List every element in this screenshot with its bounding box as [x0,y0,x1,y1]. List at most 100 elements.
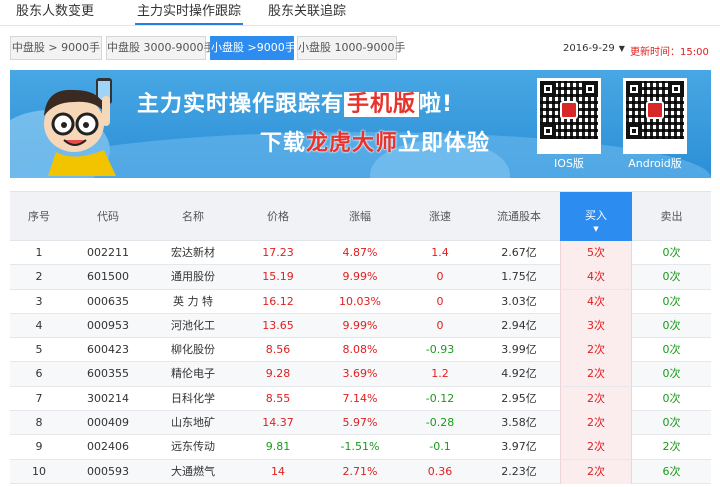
cell-code: 000635 [87,294,129,308]
cell-speed: 1.4 [431,246,449,259]
table-row[interactable]: 4 000953 河池化工 13.65 9.99% 0 2.94亿 3次 0次 [10,313,711,339]
qr-code-icon [540,81,598,139]
tab-shareholder-link[interactable]: 股东关联追踪 [266,3,348,25]
cell-change: 7.14% [342,391,378,405]
cell-buy: 2次 [560,411,632,436]
date-value: 2016-9-29 [563,43,615,54]
col-header-speed[interactable]: 涨速 [402,192,478,241]
cell-code: 000593 [87,464,129,478]
tab-shareholder-count[interactable]: 股东人数变更 [14,3,96,25]
table-row[interactable]: 9 002406 远东传动 9.81 -1.51% -0.1 3.97亿 2次 2次 [10,435,711,460]
cell-name[interactable]: 大通燃气 [148,460,238,484]
cell-float: 3.97亿 [501,440,537,454]
cell-name[interactable]: 日科化学 [148,387,238,411]
cell-code: 600423 [87,343,129,357]
cell-price: 13.65 [262,318,294,332]
cell-index: 8 [35,416,43,430]
col-header-buy-label: 买入 [585,209,607,222]
cell-name[interactable]: 柳化股份 [148,338,238,362]
cell-speed: 0 [436,318,444,332]
cell-index: 7 [35,391,43,405]
cell-buy: 3次 [560,313,632,338]
cell-sell: 0次 [662,318,681,332]
table-row[interactable]: 7 300214 日科化学 8.55 7.14% -0.12 2.95亿 2次 0次 [10,386,711,412]
cell-price: 9.28 [265,367,291,381]
banner-app-name: 龙虎大师 [306,131,399,156]
cell-price: 14 [271,464,285,478]
cell-sell: 0次 [662,391,681,405]
qr-android-label: Android版 [628,157,682,170]
banner-subline-suffix: 立即体验 [398,131,491,156]
cell-speed: -0.12 [425,391,455,405]
cell-price: 17.23 [262,246,294,259]
cell-index: 9 [35,440,43,454]
cell-buy: 2次 [560,362,632,387]
table-body: 1 002211 宏达新材 17.23 4.87% 1.4 2.67亿 5次 0次 2 601500… [10,241,711,484]
subtab-mid-medium[interactable]: 中盘股 3000-9000手 [106,36,214,60]
banner-headline-suffix: 啦! [419,92,454,117]
table-header: 序号 代码 名称 价格 涨幅 涨速 流通股本 买入 ▼ 卖出 [10,191,711,241]
cell-buy: 4次 [560,289,632,314]
subtab-small-large[interactable]: 小盘股 >9000手 [210,36,296,60]
cell-name[interactable]: 河池化工 [148,314,238,338]
cell-code: 002211 [87,246,129,259]
chevron-down-icon: ▼ [618,44,625,53]
cell-float: 3.03亿 [501,294,537,308]
cell-float: 2.95亿 [501,391,537,405]
cell-name[interactable]: 远东传动 [148,435,238,459]
app-promo-banner[interactable]: 主力实时操作跟踪有 手机版 啦! 下载龙虎大师立即体验 IOS版 Android版 [10,70,711,178]
date-selector[interactable]: 2016-9-29 ▼ [563,43,625,54]
app-logo-icon [646,101,664,119]
table-row[interactable]: 3 000635 英 力 特 16.12 10.03% 0 3.03亿 4次 0次 [10,289,711,314]
cell-name[interactable]: 山东地矿 [148,411,238,435]
col-header-price[interactable]: 价格 [238,192,318,241]
qr-code-ios: IOS版 [537,78,601,170]
col-header-code[interactable]: 代码 [68,192,148,241]
cell-name[interactable]: 英 力 特 [148,290,238,314]
col-header-sell[interactable]: 卖出 [632,192,711,241]
cell-change: 3.69% [342,367,378,381]
col-header-name[interactable]: 名称 [148,192,238,241]
stock-table: 序号 代码 名称 价格 涨幅 涨速 流通股本 买入 ▼ 卖出 1 002211 宏达… [10,191,711,484]
cell-buy: 2次 [560,435,632,460]
cell-speed: -0.1 [429,440,451,454]
cell-name[interactable]: 宏达新材 [148,241,238,265]
table-row[interactable]: 1 002211 宏达新材 17.23 4.87% 1.4 2.67亿 5次 0次 [10,241,711,266]
col-header-change[interactable]: 涨幅 [318,192,402,241]
cell-change: 2.71% [342,464,378,478]
cell-change: 9.99% [342,318,378,332]
cell-code: 002406 [87,440,129,454]
cell-speed: 0 [436,270,444,284]
update-label: 更新时间： [630,47,680,58]
cell-sell: 2次 [662,440,681,454]
sort-down-icon: ▼ [593,225,599,233]
subtab-small-medium[interactable]: 小盘股 1000-9000手 [297,36,405,60]
col-header-buy[interactable]: 买入 ▼ [560,192,632,241]
cartoon-mascot-icon [44,78,116,176]
cell-float: 2.67亿 [501,246,537,259]
cell-price: 15.19 [262,270,294,284]
cell-speed: 0 [436,294,444,308]
subtab-mid-large[interactable]: 中盘股 > 9000手 [10,36,102,60]
cell-index: 3 [35,294,43,308]
cell-index: 1 [35,246,43,259]
cell-index: 5 [35,343,43,357]
tab-realtime-tracking[interactable]: 主力实时操作跟踪 [135,3,244,25]
cell-price: 8.55 [265,391,291,405]
cell-name[interactable]: 精伦电子 [148,362,238,386]
cell-sell: 6次 [662,464,681,478]
cell-code: 000409 [87,416,129,430]
cell-buy: 2次 [560,338,632,363]
cell-index: 6 [35,367,43,381]
table-row[interactable]: 8 000409 山东地矿 14.37 5.97% -0.28 3.58亿 2次 0次 [10,411,711,436]
col-header-float[interactable]: 流通股本 [478,192,560,241]
banner-headline: 主力实时操作跟踪有 手机版 啦! [137,86,453,118]
table-row[interactable]: 10 000593 大通燃气 14 2.71% 0.36 2.23亿 2次 6次 [10,459,711,484]
cell-change: 8.08% [342,343,378,357]
cell-index: 4 [35,318,43,332]
table-row[interactable]: 2 601500 通用股份 15.19 9.99% 0 1.75亿 4次 0次 [10,265,711,290]
cell-price: 9.81 [265,440,291,454]
table-row[interactable]: 5 600423 柳化股份 8.56 8.08% -0.93 3.99亿 2次 0次 [10,338,711,363]
cell-name[interactable]: 通用股份 [148,265,238,289]
table-row[interactable]: 6 600355 精伦电子 9.28 3.69% 1.2 4.92亿 2次 0次 [10,362,711,387]
